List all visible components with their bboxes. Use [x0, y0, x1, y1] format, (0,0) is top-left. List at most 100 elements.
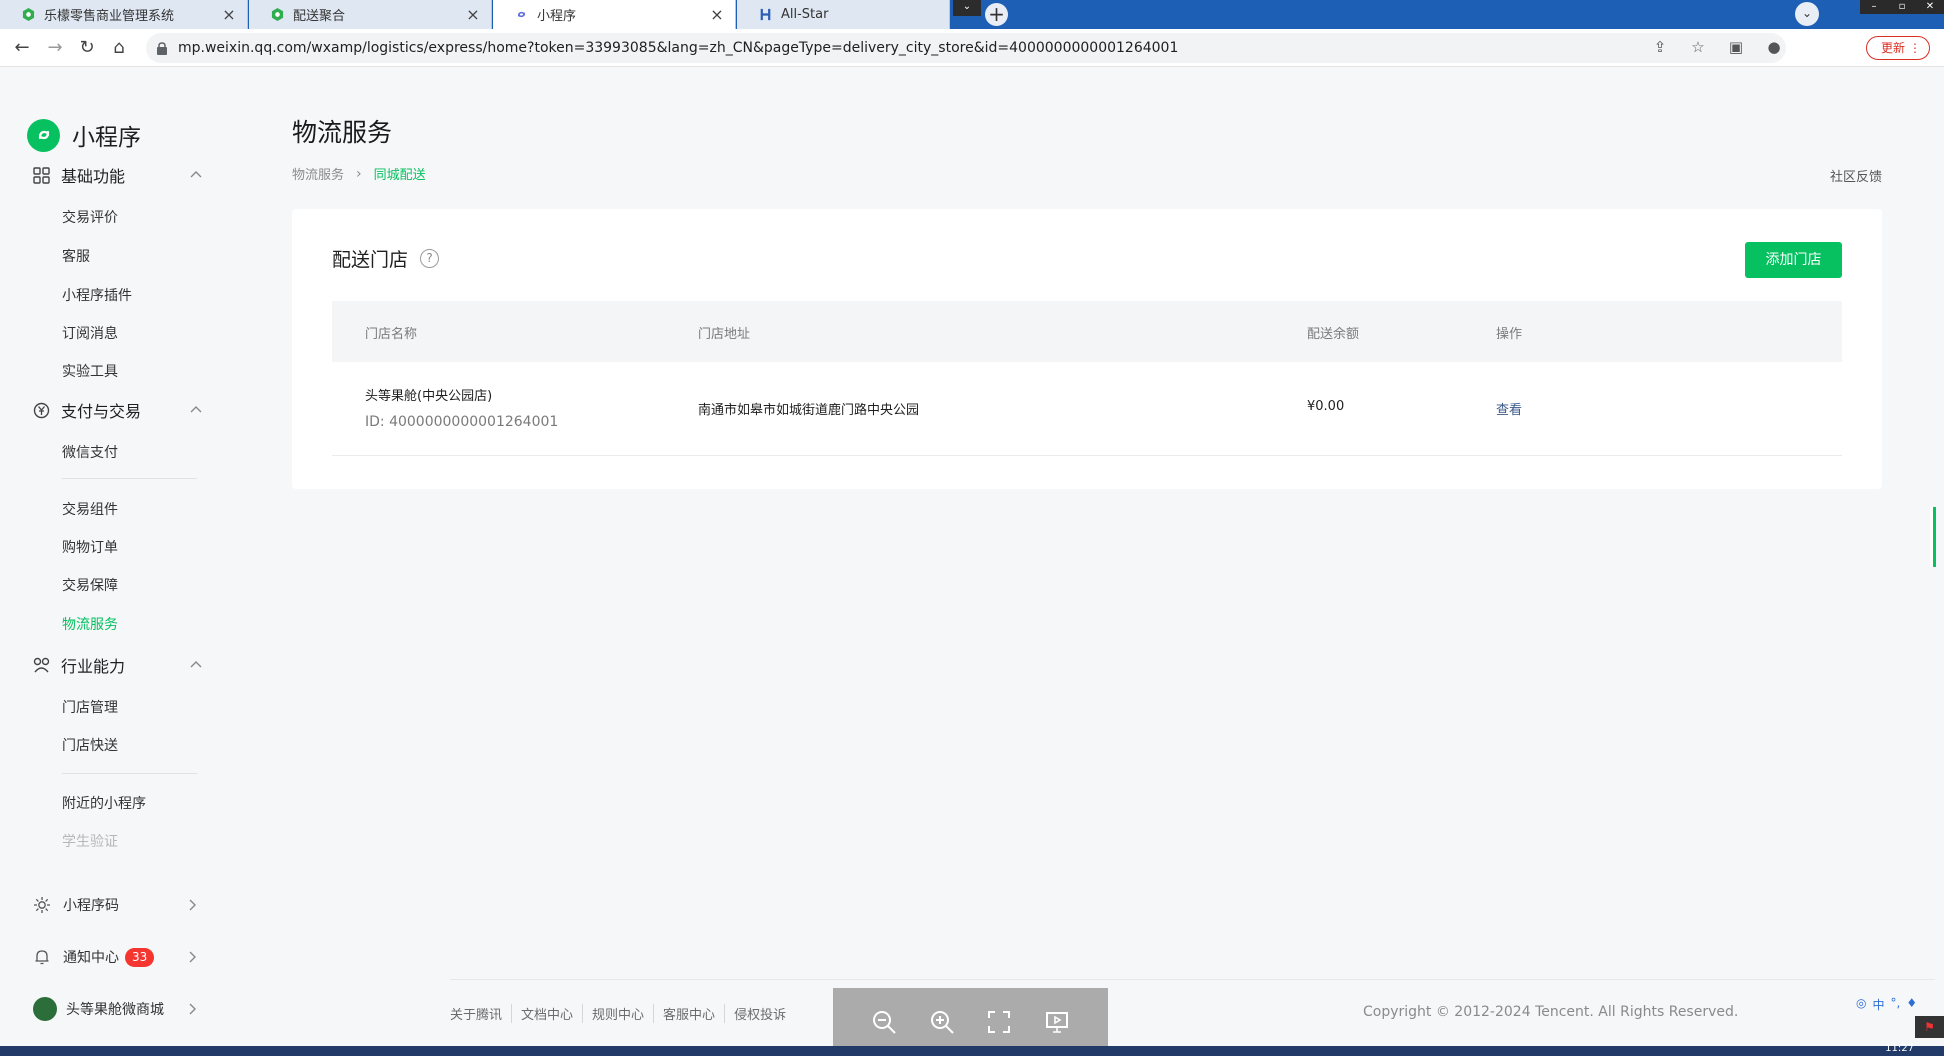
share-icon[interactable]: ⇪: [1650, 37, 1670, 57]
ime-logo-icon[interactable]: ◎: [1856, 996, 1866, 1013]
brand[interactable]: 小程序: [27, 118, 141, 152]
footer-link-docs[interactable]: 文档中心: [512, 1004, 584, 1023]
brand-name: 小程序: [72, 125, 141, 151]
update-button[interactable]: 更新 ⋮: [1866, 36, 1930, 60]
forward-icon[interactable]: →: [44, 37, 66, 59]
sidebar-item-account[interactable]: 头等果舱微商城: [33, 997, 198, 1021]
present-icon[interactable]: [1044, 1009, 1070, 1035]
store-id: ID: 4000000000001264001: [365, 414, 559, 430]
ime-punct[interactable]: °,: [1891, 996, 1901, 1013]
more-menu-icon[interactable]: ⋮: [1909, 37, 1921, 59]
green-gear-icon: [22, 8, 35, 21]
chevron-up-icon: [190, 406, 202, 413]
close-tab-icon[interactable]: ×: [465, 5, 481, 24]
back-icon[interactable]: ←: [11, 37, 33, 59]
close-tab-icon[interactable]: ×: [709, 5, 725, 24]
sidebar-item-nearby-miniprograms[interactable]: 附近的小程序: [62, 793, 146, 813]
sidebar-item-notifications[interactable]: 通知中心 33: [33, 945, 198, 969]
side-panel-icon[interactable]: ▣: [1726, 37, 1746, 57]
tab-label: All-Star: [781, 7, 829, 22]
store-address: 南通市如皋市如城街道鹿门路中央公园: [698, 403, 920, 418]
zoom-out-icon[interactable]: [871, 1009, 897, 1035]
fullscreen-icon[interactable]: [986, 1009, 1012, 1035]
stores-table: 门店名称 门店地址 配送余额 操作 头等果舱(中央公园店) ID: 400000…: [332, 301, 1842, 456]
column-header-actions: 操作: [1496, 327, 1523, 342]
browser-tab-delivery[interactable]: 配送聚合 ×: [249, 0, 492, 29]
flag-icon[interactable]: ⚑: [1915, 1016, 1944, 1038]
footer-link-rules[interactable]: 规则中心: [583, 1004, 655, 1023]
scrollbar-indicator[interactable]: [1930, 507, 1936, 567]
footer-link-about[interactable]: 关于腾讯: [450, 1004, 513, 1023]
sidebar-item-logistics[interactable]: 物流服务: [62, 614, 118, 634]
ime-mode[interactable]: 中: [1872, 996, 1884, 1013]
notification-count-badge: 33: [125, 947, 155, 967]
account-name: 头等果舱微商城: [66, 1002, 164, 1018]
footer-links: 关于腾讯 文档中心 规则中心 客服中心 侵权投诉: [450, 1004, 795, 1023]
profile-icon[interactable]: ●: [1764, 37, 1784, 57]
nav-group-payment[interactable]: 支付与交易: [33, 399, 203, 421]
lock-icon: [157, 41, 167, 55]
system-clock: 11:27: [1885, 1043, 1914, 1054]
sidebar-divider: [62, 773, 197, 774]
tab-list-dropdown-icon[interactable]: ⌄: [1795, 2, 1819, 26]
nav-group-basic[interactable]: 基础功能: [33, 164, 203, 186]
green-gear-icon: [271, 8, 284, 21]
address-bar[interactable]: mp.weixin.qq.com/wxamp/logistics/express…: [146, 33, 1786, 63]
browser-tab-bar: 乐檬零售商业管理系统 × 配送聚合 × 小程序 × All-Star ⌄ + ⌄…: [0, 0, 1944, 29]
sidebar-item-shopping-orders[interactable]: 购物订单: [62, 537, 118, 557]
miniprogram-icon: [517, 11, 526, 18]
browser-tab-allstar[interactable]: All-Star: [737, 0, 950, 29]
breadcrumb-item-logistics[interactable]: 物流服务: [292, 164, 344, 183]
delivery-stores-card: 配送门店 ? 添加门店 门店名称 门店地址 配送余额 操作 头等果舱(中央公园店…: [292, 209, 1882, 489]
tab-label: 配送聚合: [293, 9, 346, 24]
sidebar-item-wechat-pay[interactable]: 微信支付: [62, 442, 118, 462]
new-tab-button[interactable]: +: [985, 3, 1008, 26]
reload-icon[interactable]: ↻: [76, 37, 98, 59]
sidebar-item-miniprogram-code[interactable]: 小程序码: [33, 893, 198, 917]
chevron-up-icon: [190, 171, 202, 178]
sidebar-item-trade-guarantee[interactable]: 交易保障: [62, 575, 118, 595]
toolbar-icons: ⇪ ☆ ▣ ●: [1650, 37, 1784, 57]
chevron-right-icon: [189, 951, 196, 963]
browser-tab-miniprogram[interactable]: 小程序 ×: [493, 0, 736, 29]
home-icon[interactable]: ⌂: [108, 37, 130, 59]
store-balance: ¥0.00: [1307, 399, 1345, 414]
tab-search-icon[interactable]: ⌄: [953, 0, 981, 16]
add-store-button[interactable]: 添加门店: [1745, 242, 1842, 278]
zoom-in-icon[interactable]: [929, 1009, 955, 1035]
minimize-icon[interactable]: –: [1860, 0, 1888, 14]
chevron-right-icon: [189, 1003, 196, 1015]
sidebar-item-customer-service[interactable]: 客服: [62, 246, 90, 266]
sidebar-item-plugins[interactable]: 小程序插件: [62, 285, 132, 305]
breadcrumb-item-city-delivery: 同城配送: [373, 168, 426, 183]
sidebar-item-trade-review[interactable]: 交易评价: [62, 207, 118, 227]
nav-group-industry[interactable]: 行业能力: [33, 654, 203, 676]
os-taskbar: 11:27: [0, 1043, 1944, 1056]
view-store-link[interactable]: 查看: [1496, 399, 1522, 418]
footer-link-infringement[interactable]: 侵权投诉: [725, 1004, 795, 1023]
microphone-icon[interactable]: ♦: [1906, 996, 1917, 1013]
column-header-balance: 配送余额: [1307, 327, 1360, 342]
community-feedback-link[interactable]: 社区反馈: [1830, 166, 1882, 185]
footer-link-support[interactable]: 客服中心: [654, 1004, 726, 1023]
app-root: 小程序 基础功能 交易评价 客服 小程序插件 订阅消息 实验工具 支付与交易 微…: [0, 67, 1944, 1046]
sidebar-item-lab-tools[interactable]: 实验工具: [62, 361, 118, 381]
close-tab-icon[interactable]: ×: [221, 5, 237, 24]
close-window-icon[interactable]: ✕: [1916, 0, 1944, 14]
column-header-store-address: 门店地址: [698, 327, 751, 342]
tab-label: 小程序: [537, 9, 577, 24]
sidebar-item-subscription[interactable]: 订阅消息: [62, 323, 118, 343]
sidebar-item-store-express[interactable]: 门店快送: [62, 735, 118, 755]
sidebar-item-trade-component[interactable]: 交易组件: [62, 499, 118, 519]
sidebar-item-store-management[interactable]: 门店管理: [62, 697, 118, 717]
footer-divider: [450, 979, 1935, 980]
sidebar-item-student-verification: 学生验证: [62, 834, 118, 850]
column-header-store-name: 门店名称: [365, 327, 418, 342]
miniprogram-logo-icon: [27, 118, 60, 152]
maximize-icon[interactable]: ▫: [1888, 0, 1916, 14]
browser-tab-lemon[interactable]: 乐檬零售商业管理系统 ×: [0, 0, 248, 29]
help-icon[interactable]: ?: [420, 249, 440, 268]
bookmark-star-icon[interactable]: ☆: [1688, 37, 1708, 57]
sun-icon: [34, 897, 50, 913]
chevron-up-icon: [190, 661, 202, 668]
